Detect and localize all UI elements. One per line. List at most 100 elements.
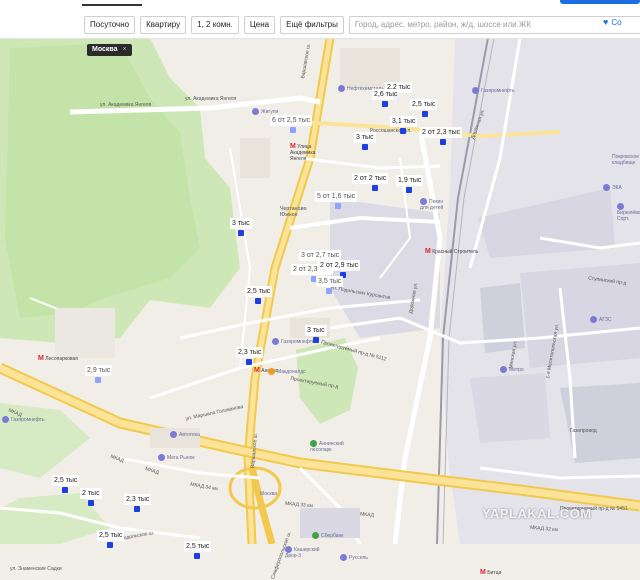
city-filter-tag[interactable]: Москва × (87, 44, 132, 56)
pin-dot-icon (246, 359, 252, 365)
price-label: 2,5 тыс (52, 475, 80, 486)
district-label: Чертаново Южное (280, 206, 307, 218)
price-label: 3 тыс (230, 218, 252, 229)
fuel-icon (338, 85, 345, 92)
poi[interactable]: Пекин для детей (420, 198, 450, 211)
price-label: 3,5 тыс (316, 276, 344, 287)
metro-label[interactable]: М Улица Академика Янгеля (290, 143, 330, 162)
filter-more[interactable]: Ещё фильтры (280, 16, 344, 34)
price-label: 2 от 2,9 тыс (318, 260, 361, 271)
price-label: 2 тыс (80, 488, 102, 499)
car-icon (170, 431, 177, 438)
shop-icon (285, 546, 292, 553)
shop-icon (603, 184, 610, 191)
poi-label: Газпромнефть (481, 87, 515, 94)
pin-dot-icon (134, 506, 140, 512)
food-icon (268, 368, 275, 375)
pin-dot-icon (362, 144, 368, 150)
poi-label: ЭКА (612, 184, 622, 191)
shop-icon (500, 366, 507, 373)
street-label: МКАД (359, 511, 375, 519)
pin-dot-icon (238, 230, 244, 236)
price-label: 2,5 тыс (245, 286, 273, 297)
poi[interactable]: ЭКА (603, 184, 622, 191)
poi[interactable]: Москва (260, 491, 277, 497)
poi[interactable]: Каширский Двор-3 (285, 546, 321, 559)
poi-label: АГЗС (599, 316, 612, 323)
fuel-icon (472, 87, 479, 94)
price-label: 2,5 тыс (97, 530, 125, 541)
watermark: YAPLAKAL.COM (482, 506, 592, 521)
poi[interactable]: Жигули (252, 108, 278, 115)
poi[interactable]: Газпромнефть (272, 338, 315, 345)
pin-dot-icon (326, 288, 332, 294)
post-ad-button[interactable] (560, 0, 640, 4)
poi[interactable]: Сбербанк (312, 532, 343, 539)
poi[interactable]: Руссель (340, 554, 368, 561)
bank-icon (312, 532, 319, 539)
shop-icon (158, 454, 165, 461)
poi-label: Макдоналдс (277, 368, 306, 375)
price-label: 1,9 тыс (396, 175, 424, 186)
poi-label: Метро (509, 366, 524, 373)
metro-icon: М (38, 355, 44, 362)
rail-icon (617, 203, 624, 210)
save-search-button[interactable]: ♥ Со (603, 17, 622, 27)
filter-rooms[interactable]: 1, 2 комн. (191, 16, 239, 34)
metro-icon: М (480, 569, 486, 576)
pin-dot-icon (372, 185, 378, 191)
poi-label: Руссель (349, 554, 368, 561)
price-label: 2,9 тыс (85, 365, 113, 376)
search-input[interactable]: Город, адрес, метро, район, ж/д, шоссе и… (348, 16, 640, 34)
pin-dot-icon (255, 298, 261, 304)
pin-dot-icon (335, 203, 341, 209)
poi-label: Мега Рынок (167, 454, 195, 461)
map-canvas[interactable]: ул. Академика Янгеля ул. Академика Янгел… (0, 37, 640, 580)
filter-price[interactable]: Цена (243, 16, 276, 34)
poi-label: Газпромнефть (281, 338, 315, 345)
poi[interactable]: Макдоналдс (268, 368, 306, 375)
metro-icon: М (425, 248, 431, 255)
poi[interactable]: Бирюлёво Сорт. (617, 203, 640, 222)
poi[interactable]: Газпромнефть (472, 87, 515, 94)
pin-dot-icon (194, 553, 200, 559)
filter-type[interactable]: Квартиру (140, 16, 187, 34)
metro-name: Красный Строитель (432, 249, 479, 255)
pin-dot-icon (400, 128, 406, 134)
poi-label: Покровское кладбище (612, 154, 640, 166)
price-label: 2,6 тыс (372, 89, 400, 100)
metro-icon: М (290, 143, 296, 150)
price-label: 2,3 тыс (124, 494, 152, 505)
price-label: 2,5 тыс (410, 99, 438, 110)
poi[interactable]: Покровское кладбище (612, 154, 640, 166)
poi[interactable]: Аннинский лесопарк (310, 440, 346, 453)
metro-name: Лесопарковая (45, 356, 79, 362)
pin-dot-icon (88, 500, 94, 506)
poi[interactable]: Автотека (170, 431, 200, 438)
top-bar: Посуточно Квартиру 1, 2 комн. Цена Ещё ф… (0, 0, 640, 39)
metro-name: Битца (487, 570, 502, 576)
fuel-icon (2, 416, 9, 423)
poi[interactable]: АГЗС (590, 316, 612, 323)
fuel-icon (590, 316, 597, 323)
filter-daily[interactable]: Посуточно (84, 16, 136, 34)
pin-dot-icon (290, 127, 296, 133)
poi[interactable]: Метро (500, 366, 524, 373)
metro-label[interactable]: М Лесопарковая (38, 355, 79, 362)
price-label: 2 от 2,3 тыс (420, 127, 463, 138)
street-label: Газопровод (570, 428, 597, 434)
shop-icon (252, 108, 259, 115)
price-label: 3 тыс (305, 325, 327, 336)
pin-dot-icon (107, 542, 113, 548)
price-label: 3,1 тыс (390, 116, 418, 127)
poi[interactable]: Газпромнефть (2, 416, 45, 423)
metro-label[interactable]: М Красный Строитель (425, 248, 479, 255)
shop-icon (420, 198, 427, 205)
metro-label[interactable]: М Битца (480, 569, 502, 576)
shop-icon (340, 554, 347, 561)
heart-icon: ♥ (603, 17, 609, 27)
poi-label: Автотека (179, 431, 200, 438)
close-icon[interactable]: × (123, 44, 127, 56)
poi[interactable]: Мега Рынок (158, 454, 195, 461)
map-background (0, 37, 640, 545)
